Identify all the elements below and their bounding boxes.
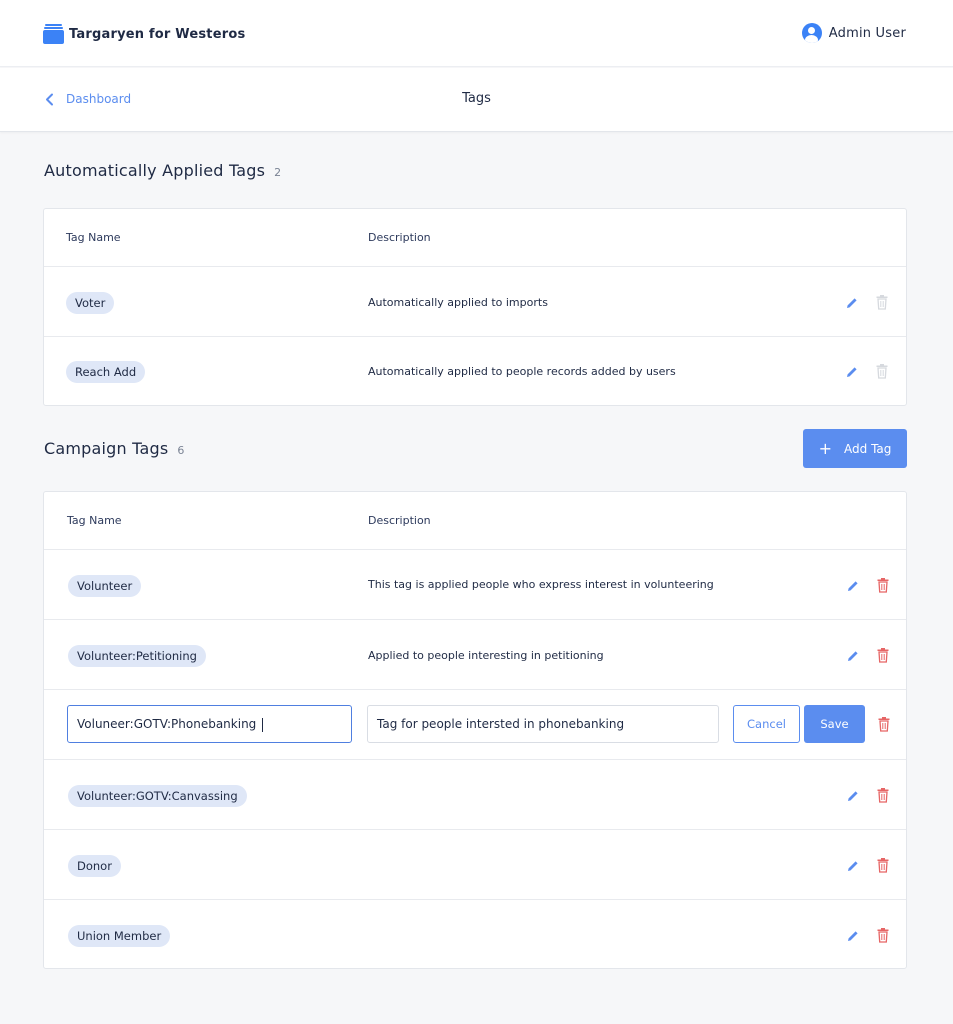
trash-icon[interactable] xyxy=(876,857,890,873)
table-row: Donor xyxy=(44,829,906,899)
tag-chip: Volunteer:Petitioning xyxy=(68,645,206,667)
section-title: Campaign Tags xyxy=(44,439,169,458)
user-name: Admin User xyxy=(828,25,906,41)
tag-description: This tag is applied people who express i… xyxy=(368,578,714,591)
trash-icon[interactable] xyxy=(876,577,890,593)
tag-description: Applied to people interesting in petitio… xyxy=(368,649,604,662)
trash-icon[interactable] xyxy=(877,716,891,732)
section-title: Automatically Applied Tags xyxy=(44,161,266,180)
campaign-tags-heading: Campaign Tags 6 xyxy=(44,439,185,458)
page-header: Dashboard Tags xyxy=(0,68,953,132)
tag-chip: Volunteer:GOTV:Canvassing xyxy=(68,785,247,807)
tag-chip: Voter xyxy=(66,292,115,314)
table-row: Volunteer:Petitioning Applied to people … xyxy=(44,619,906,689)
table-row: Voter Automatically applied to imports xyxy=(44,266,906,336)
tag-name-input[interactable]: Voluneer:GOTV:Phonebanking xyxy=(67,705,352,743)
section-count: 2 xyxy=(274,166,282,179)
column-header-tag-name: Tag Name xyxy=(66,231,121,244)
folder-icon xyxy=(43,24,64,44)
add-tag-button[interactable]: + Add Tag xyxy=(803,429,907,468)
pencil-icon[interactable] xyxy=(846,579,860,593)
table-row: Volunteer This tag is applied people who… xyxy=(44,549,906,619)
column-header-description: Description xyxy=(368,231,431,244)
trash-icon xyxy=(876,364,888,379)
brand[interactable]: Targaryen for Westeros xyxy=(43,23,245,45)
user-menu[interactable]: Admin User xyxy=(801,23,906,43)
table-row: Reach Add Automatically applied to peopl… xyxy=(44,336,906,405)
table-row: Union Member xyxy=(44,899,906,968)
add-tag-label: Add Tag xyxy=(844,441,892,456)
plus-icon: + xyxy=(818,438,833,458)
tag-chip: Reach Add xyxy=(66,361,146,383)
table-row-editing: Voluneer:GOTV:Phonebanking Tag for peopl… xyxy=(44,689,906,759)
top-bar: Targaryen for Westeros Admin User xyxy=(0,0,953,67)
section-count: 6 xyxy=(177,444,185,457)
trash-icon[interactable] xyxy=(876,787,890,803)
trash-icon[interactable] xyxy=(876,647,890,663)
pencil-icon[interactable] xyxy=(846,929,860,943)
tag-chip: Union Member xyxy=(68,925,171,947)
tag-description: Automatically applied to imports xyxy=(368,296,548,309)
tag-name-value: Voluneer:GOTV:Phonebanking xyxy=(77,717,261,731)
auto-tags-heading: Automatically Applied Tags 2 xyxy=(44,161,281,180)
pencil-icon[interactable] xyxy=(846,859,860,873)
tag-description-value: Tag for people intersted in phonebanking xyxy=(377,717,625,731)
page-title: Tags xyxy=(462,91,491,106)
user-circle-icon xyxy=(801,23,822,43)
cancel-button[interactable]: Cancel xyxy=(733,705,800,743)
table-header: Tag Name Description xyxy=(44,492,906,549)
save-button[interactable]: Save xyxy=(804,705,865,743)
pencil-icon[interactable] xyxy=(845,365,859,379)
column-header-tag-name: Tag Name xyxy=(67,514,122,527)
pencil-icon[interactable] xyxy=(846,789,860,803)
tag-description-input[interactable]: Tag for people intersted in phonebanking xyxy=(367,705,719,743)
auto-tags-table: Tag Name Description Voter Automatically… xyxy=(43,208,907,406)
tag-chip: Donor xyxy=(68,855,121,877)
tag-chip: Volunteer xyxy=(68,575,142,597)
pencil-icon[interactable] xyxy=(845,296,859,310)
table-header: Tag Name Description xyxy=(44,209,906,266)
tag-description: Automatically applied to people records … xyxy=(368,365,676,378)
trash-icon[interactable] xyxy=(876,927,890,943)
campaign-tags-table: Tag Name Description Volunteer This tag … xyxy=(43,491,907,969)
column-header-description: Description xyxy=(368,514,431,527)
app-name: Targaryen for Westeros xyxy=(69,26,246,42)
pencil-icon[interactable] xyxy=(846,649,860,663)
trash-icon xyxy=(876,295,888,310)
table-row: Volunteer:GOTV:Canvassing xyxy=(44,759,906,829)
